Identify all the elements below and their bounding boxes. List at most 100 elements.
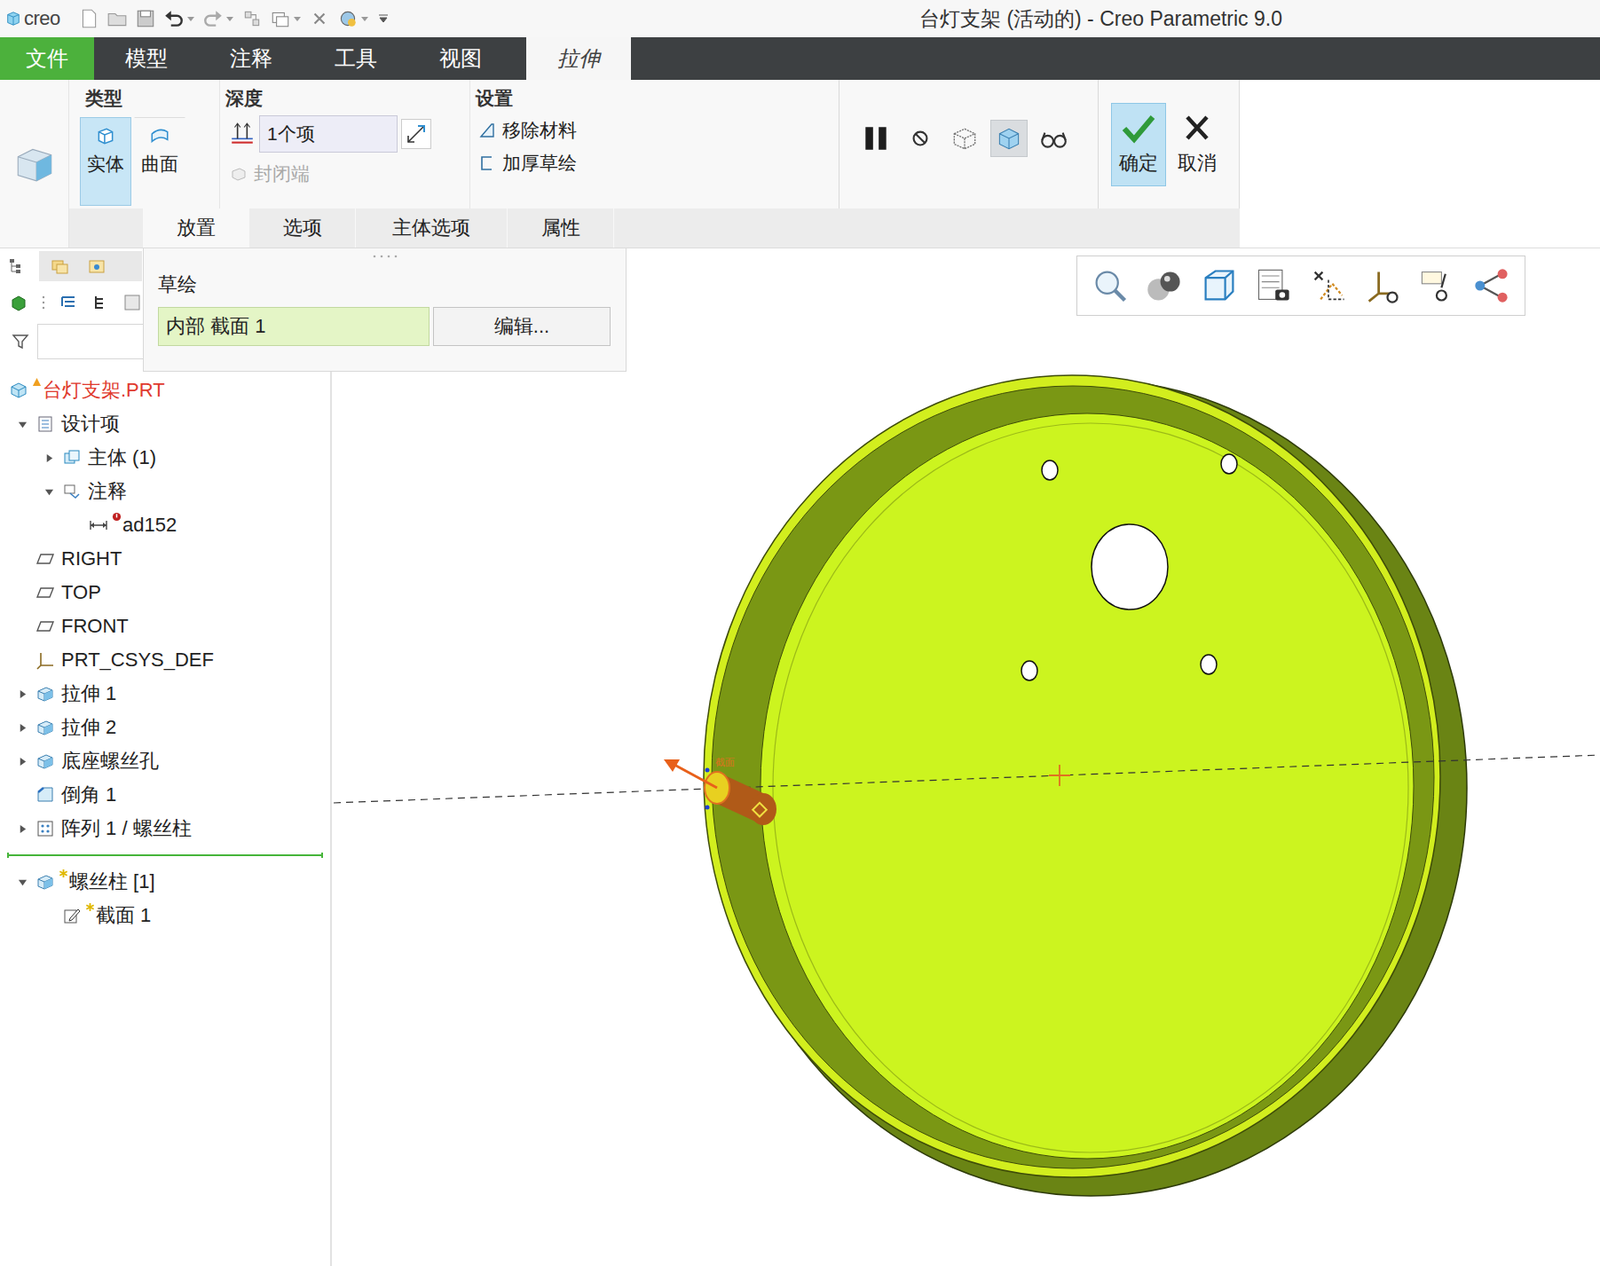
preview-control-button[interactable] [945, 119, 984, 158]
saved-orientations-icon[interactable] [1199, 266, 1239, 306]
extrude-icon [35, 717, 56, 738]
model-canvas[interactable]: 截面 [331, 248, 1600, 1266]
preview-control-button[interactable] [1034, 119, 1072, 158]
depth-group: 深度1个项封闭端 [219, 79, 465, 209]
view-manager-icon[interactable] [1253, 266, 1293, 306]
tree-item[interactable]: 设计项 [0, 407, 331, 442]
sketch-collector-field[interactable]: 内部 截面 1 [157, 307, 430, 347]
tree-item[interactable]: RIGHT [0, 542, 331, 576]
tree-item[interactable]: 台灯支架.PRT [0, 373, 331, 408]
tree-item[interactable]: 截面 1 [0, 898, 331, 933]
expand-arrow-icon[interactable] [17, 689, 28, 700]
expand-arrow-icon[interactable] [17, 756, 28, 767]
plane-icon [35, 549, 56, 569]
open-folder-icon[interactable] [106, 7, 128, 30]
preview-control-button[interactable] [990, 119, 1028, 158]
favorites-icon[interactable] [86, 256, 107, 276]
creo-window: creo台灯支架 (活动的) - Creo Parametric 9.0文件模型… [0, 0, 1600, 1266]
flip-direction-icon[interactable] [401, 118, 432, 150]
tree-item[interactable]: 倒角 1 [0, 778, 331, 812]
dropdown-arrow-icon[interactable] [225, 14, 235, 24]
ribbon-tab[interactable]: 模型 [94, 37, 199, 80]
dropdown-arrow-icon[interactable] [360, 14, 370, 24]
tree-item[interactable]: ad152 [0, 508, 331, 543]
undo-icon[interactable] [163, 7, 185, 30]
new-file-icon[interactable] [78, 7, 100, 30]
tree-item[interactable]: 螺丝柱 [1] [0, 865, 331, 899]
edit-sketch-button[interactable]: 编辑... [433, 307, 611, 347]
display-style-icon[interactable] [1144, 266, 1184, 306]
zoom-icon[interactable] [1090, 266, 1130, 306]
depth-to-selected-icon[interactable] [228, 120, 256, 148]
extrude-icon [35, 872, 56, 892]
close-window-icon[interactable] [308, 7, 331, 30]
preview-control-button[interactable] [857, 119, 895, 158]
type-option-button[interactable]: 实体 [79, 117, 132, 206]
graphics-toolbar [1076, 255, 1526, 316]
closed-ends-option[interactable]: 封闭端 [220, 161, 465, 187]
ribbon-tab[interactable]: 注释 [198, 37, 304, 80]
dashboard-tab[interactable]: 放置 [142, 208, 250, 248]
type-group: 类型实体曲面 [79, 79, 210, 209]
expand-arrow-icon[interactable] [17, 723, 28, 734]
ribbon-tab[interactable]: 文件 [0, 37, 95, 80]
tree-item[interactable]: 注释 [0, 474, 331, 509]
setting-toggle[interactable]: 移除材料 [470, 118, 628, 143]
setting-toggle[interactable]: 加厚草绘 [470, 150, 628, 176]
save-icon[interactable] [134, 7, 157, 30]
sketch-label: 截面 [715, 756, 735, 768]
ribbon-tab-bar: 文件模型注释工具视图拉伸 [0, 37, 1600, 80]
tree-item[interactable]: 底座螺丝孔 [0, 744, 331, 779]
new-feature-asterisk-icon [85, 902, 95, 913]
depth-reference-field[interactable]: 1个项 [259, 115, 398, 153]
collapse-arrow-icon[interactable] [17, 877, 28, 888]
windows-icon[interactable] [269, 7, 292, 30]
tree-item[interactable]: 主体 (1) [0, 441, 331, 475]
dashboard-tab[interactable]: 属性 [507, 208, 615, 248]
settings-group: 设置移除材料加厚草绘 [469, 79, 628, 209]
tree-item[interactable]: PRT_CSYS_DEF [0, 643, 331, 678]
dropdown-arrow-icon[interactable] [186, 14, 196, 24]
panel-grip-icon[interactable] [371, 253, 399, 260]
tree-columns-icon[interactable] [58, 292, 79, 313]
dropdown-arrow-icon[interactable] [292, 14, 302, 24]
spin-center-icon[interactable] [1472, 266, 1512, 306]
annotation-display-icon[interactable] [1418, 266, 1458, 306]
tree-filters-icon[interactable] [90, 292, 111, 313]
tree-item[interactable]: TOP [0, 575, 331, 610]
quick-access-toolbar: creo [0, 7, 485, 31]
creo-cube-icon [5, 10, 22, 27]
ribbon-tab[interactable]: 拉伸 [526, 37, 631, 80]
model-tree-tab-icon[interactable] [7, 256, 27, 276]
graphics-window[interactable]: 截面 [331, 248, 1600, 1266]
tree-item[interactable]: 拉伸 1 [0, 677, 331, 711]
expand-arrow-icon[interactable] [44, 453, 55, 464]
collapse-arrow-icon[interactable] [44, 487, 55, 497]
ribbon-tab[interactable]: 工具 [303, 37, 409, 80]
dashboard-tab[interactable]: 主体选项 [355, 208, 508, 248]
collapse-arrow-icon[interactable] [17, 419, 28, 430]
type-option-button[interactable]: 曲面 [133, 117, 186, 206]
insert-here-marker[interactable] [0, 845, 331, 866]
tree-item[interactable]: 阵列 1 / 螺丝柱 [0, 811, 331, 846]
center-mark [1048, 764, 1071, 787]
show-icon[interactable] [122, 292, 142, 313]
main-area: 台灯支架.PRT设计项主体 (1)注释ad152RIGHTTOPFRONTPRT… [0, 248, 1600, 1266]
cancel-button[interactable]: 取消 [1169, 102, 1225, 187]
csys-display-icon[interactable] [1363, 266, 1403, 306]
ribbon-tab[interactable]: 视图 [408, 37, 513, 80]
tree-item[interactable]: 拉伸 2 [0, 710, 331, 745]
ok-button[interactable]: 确定 [1111, 102, 1167, 187]
expand-arrow-icon[interactable] [17, 824, 28, 835]
datum-display-icon[interactable] [1308, 266, 1348, 306]
customize-toolbar-icon[interactable] [378, 13, 389, 24]
tree-item[interactable]: FRONT [0, 609, 331, 644]
preview-control-button[interactable] [901, 119, 939, 158]
appearance-icon[interactable] [337, 7, 359, 30]
redo-icon[interactable] [202, 7, 224, 30]
screw-hole [1221, 454, 1238, 474]
part-display-icon[interactable] [8, 292, 29, 313]
dashboard-tab[interactable]: 选项 [249, 208, 356, 248]
folder-browser-icon[interactable] [49, 256, 70, 276]
regenerate-icon[interactable] [241, 7, 263, 30]
